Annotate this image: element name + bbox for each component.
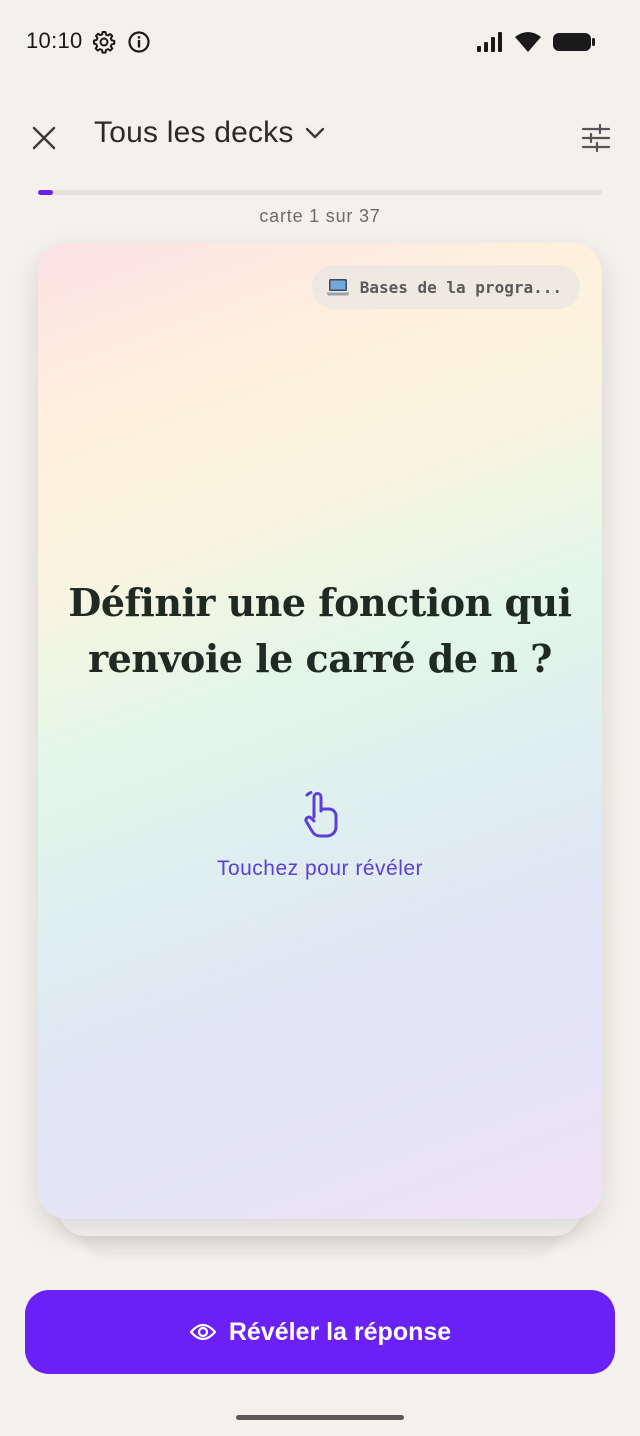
status-right-icons	[476, 30, 596, 54]
deck-title: Tous les decks	[94, 116, 294, 149]
signal-icon	[477, 32, 502, 52]
reveal-answer-label: Révéler la réponse	[228, 1317, 452, 1346]
close-icon	[32, 126, 56, 150]
wifi-icon	[515, 32, 541, 52]
laptop-icon	[326, 279, 350, 296]
progress-label: carte 1 sur 37	[259, 206, 381, 226]
info-icon	[128, 31, 150, 53]
deck-chip: Bases de la progra...	[311, 265, 580, 309]
status-bar: 10:10	[0, 0, 640, 84]
gear-icon	[93, 31, 116, 54]
home-indicator	[236, 1415, 404, 1420]
question-text: Définir une fonction qui renvoie le carr…	[68, 580, 572, 681]
flashcard[interactable]: Bases de la progra... Définir une foncti…	[38, 243, 602, 1219]
tap-hint: Touchez pour révéler	[216, 857, 424, 880]
progress-bar	[38, 190, 602, 195]
reveal-answer-button[interactable]: Révéler la réponse	[25, 1290, 615, 1374]
status-time: 10:10	[26, 28, 83, 53]
battery-icon	[553, 33, 595, 51]
progress-fill	[38, 190, 54, 195]
deck-selector[interactable]: Tous les decks	[94, 116, 326, 150]
tap-finger-icon	[304, 791, 338, 838]
close-button[interactable]	[24, 118, 64, 158]
settings-button[interactable]	[576, 118, 616, 158]
header: Tous les decks	[0, 110, 640, 166]
deck-chip-label: Bases de la progra...	[359, 277, 562, 297]
sliders-icon	[581, 123, 611, 153]
chevron-down-icon	[305, 127, 324, 139]
eye-icon	[189, 1323, 216, 1341]
